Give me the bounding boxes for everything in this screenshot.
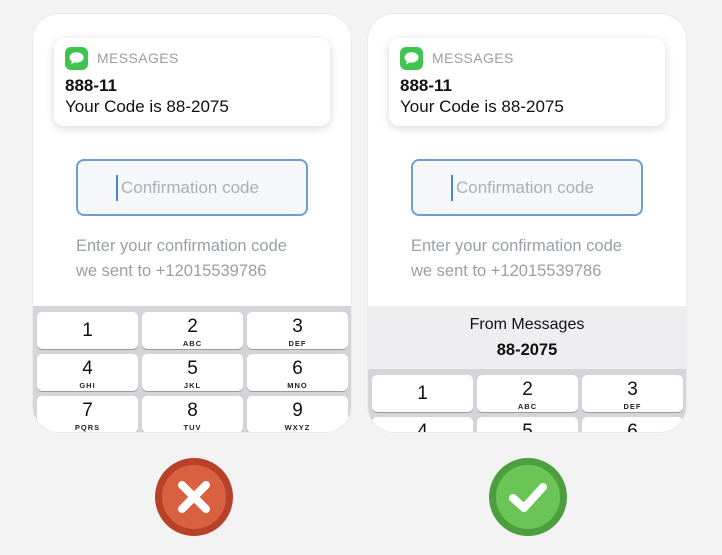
key-letters: DEF [288,339,307,348]
notification-sender: 888-11 [400,76,452,95]
key-4[interactable]: 4 GHI [37,354,138,391]
notification-app-name: MESSAGES [432,50,514,66]
key-9[interactable]: 9 WXYZ [247,396,348,432]
key-3[interactable]: 3 DEF [247,312,348,349]
sms-notification[interactable]: MESSAGES 888-11 Your Code is 88-2075 [54,38,330,126]
correct-badge [489,458,567,536]
key-digit: 4 [417,421,428,433]
autofill-source-label: From Messages [469,316,585,333]
key-5[interactable]: 5 JKL [142,354,243,391]
key-letters: ABC [182,339,203,348]
text-cursor [451,175,453,201]
right-phone-screen: MESSAGES 888-11 Your Code is 88-2075 Ent… [368,14,686,432]
key-8[interactable]: 8 TUV [142,396,243,432]
key-digit: 5 [187,358,198,379]
key-letters: PQRS [74,423,101,432]
sms-notification[interactable]: MESSAGES 888-11 Your Code is 88-2075 [389,38,665,126]
notification-body: Your Code is 88-2075 [65,97,229,116]
confirmation-code-field[interactable] [411,159,643,216]
key-letters: ABC [517,402,538,411]
messages-app-icon [65,47,88,70]
instruction-line-1: Enter your confirmation code [411,237,622,255]
key-digit: 6 [292,358,303,379]
key-digit: 1 [82,320,93,341]
instruction-line-1: Enter your confirmation code [76,237,287,255]
key-letters: GHI [79,381,96,390]
key-2[interactable]: 2 ABC [142,312,243,349]
key-letters: TUV [183,423,202,432]
numeric-keypad: 1 2 ABC 3 DEF 4 GHI 5 JKL 6 MNO 7 PQRS 8… [33,306,351,432]
key-digit: 3 [292,316,303,337]
key-digit: 8 [187,400,198,421]
notification-body: Your Code is 88-2075 [400,97,564,116]
confirmation-code-field[interactable] [76,159,308,216]
key-6[interactable]: 6 [582,417,683,432]
key-6[interactable]: 6 MNO [247,354,348,391]
key-4[interactable]: 4 [372,417,473,432]
key-letters: JKL [183,381,202,390]
key-5[interactable]: 5 [477,417,578,432]
key-3[interactable]: 3 DEF [582,375,683,412]
confirmation-code-input[interactable] [456,175,636,201]
key-digit: 1 [417,383,428,404]
key-1[interactable]: 1 [37,312,138,349]
key-digit: 9 [292,400,303,421]
key-digit: 2 [522,379,533,400]
notification-app-name: MESSAGES [97,50,179,66]
instruction-text: Enter your confirmation code we sent to … [76,234,336,284]
key-7[interactable]: 7 PQRS [37,396,138,432]
confirmation-code-input[interactable] [121,175,301,201]
x-icon [178,481,210,513]
text-cursor [116,175,118,201]
key-1[interactable]: 1 [372,375,473,412]
key-2[interactable]: 2 ABC [477,375,578,412]
key-letters: DEF [623,402,642,411]
key-digit: 6 [627,421,638,433]
key-digit: 5 [522,421,533,433]
instruction-line-2: we sent to +12015539786 [76,262,267,280]
left-phone-screen: MESSAGES 888-11 Your Code is 88-2075 Ent… [33,14,351,432]
instruction-text: Enter your confirmation code we sent to … [411,234,671,284]
key-digit: 2 [187,316,198,337]
messages-app-icon [400,47,423,70]
key-letters: MNO [287,381,308,390]
autofill-suggestion[interactable]: From Messages 88-2075 [368,306,686,369]
checkmark-icon [509,483,547,512]
incorrect-badge [155,458,233,536]
key-digit: 4 [82,358,93,379]
instruction-line-2: we sent to +12015539786 [411,262,602,280]
key-letters: WXYZ [284,423,311,432]
numeric-keypad: 1 2 ABC 3 DEF 4 5 6 [368,369,686,432]
key-digit: 7 [82,400,93,421]
key-digit: 3 [627,379,638,400]
notification-sender: 888-11 [65,76,117,95]
autofill-code: 88-2075 [496,341,558,359]
